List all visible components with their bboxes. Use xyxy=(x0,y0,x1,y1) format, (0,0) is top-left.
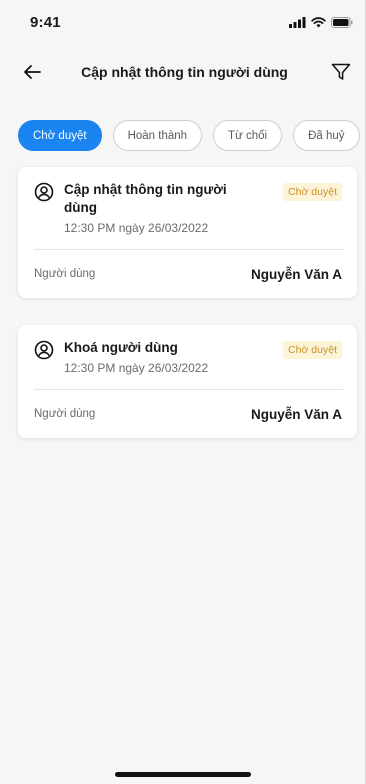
user-label: Người dùng xyxy=(34,268,96,280)
status-badge: Chờ duyệt xyxy=(283,341,342,359)
status-bar: 9:41 xyxy=(0,0,365,44)
request-time: 12:30 PM ngày 26/03/2022 xyxy=(64,361,209,375)
card-footer: Người dùng Nguyễn Văn A xyxy=(18,390,357,438)
signal-icon xyxy=(289,16,306,28)
filter-icon xyxy=(331,63,351,80)
battery-icon xyxy=(331,16,353,28)
tab-rejected[interactable]: Từ chối xyxy=(213,120,283,151)
tab-pending[interactable]: Chờ duyệt xyxy=(18,120,102,151)
request-card[interactable]: Khoá người dùng 12:30 PM ngày 26/03/2022… xyxy=(18,325,357,438)
card-header: Cập nhật thông tin người dùng 12:30 PM n… xyxy=(18,167,357,235)
tab-completed[interactable]: Hoàn thành xyxy=(112,120,203,151)
status-icons xyxy=(289,16,353,28)
arrow-left-icon xyxy=(24,65,41,79)
page-title: Cập nhật thông tin người dùng xyxy=(81,64,288,80)
request-title: Cập nhật thông tin người dùng xyxy=(64,182,227,215)
tab-cancelled[interactable]: Đã huỷ xyxy=(293,120,360,151)
status-tabs: Chờ duyệt Hoàn thành Từ chối Đã huỷ xyxy=(18,120,360,151)
request-card[interactable]: Cập nhật thông tin người dùng 12:30 PM n… xyxy=(18,167,357,298)
user-name: Nguyễn Văn A xyxy=(250,406,342,422)
user-label: Người dùng xyxy=(34,408,96,420)
request-title: Khoá người dùng xyxy=(64,340,178,355)
filter-button[interactable] xyxy=(327,58,355,86)
user-circle-icon xyxy=(34,340,54,360)
wifi-icon xyxy=(311,16,326,27)
status-badge: Chờ duyệt xyxy=(283,183,342,201)
card-header: Khoá người dùng 12:30 PM ngày 26/03/2022… xyxy=(18,325,357,375)
nav-bar: Cập nhật thông tin người dùng xyxy=(0,48,365,96)
user-name: Nguyễn Văn A xyxy=(250,266,342,282)
back-button[interactable] xyxy=(18,58,46,86)
status-time: 9:41 xyxy=(30,13,61,31)
home-indicator xyxy=(114,772,251,777)
user-circle-icon xyxy=(34,182,54,202)
card-footer: Người dùng Nguyễn Văn A xyxy=(18,250,357,298)
phone-screen: 9:41 Cập nhật thông tin người dùng Chờ d… xyxy=(0,0,366,784)
request-time: 12:30 PM ngày 26/03/2022 xyxy=(64,221,209,235)
